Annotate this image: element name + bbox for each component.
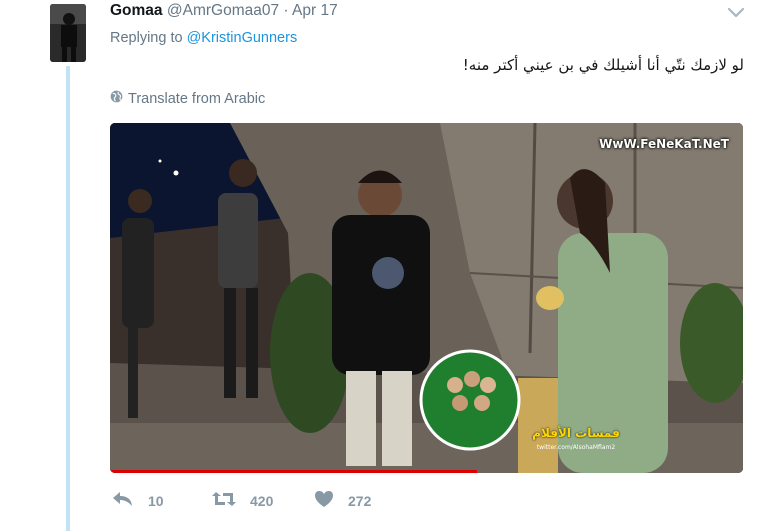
replying-to: Replying to @KristinGunners bbox=[110, 30, 297, 46]
like-button[interactable]: 272 bbox=[314, 490, 371, 511]
tweet-text: لو لازمك نتّي أنا أشيلك في بن عيني أكتر … bbox=[462, 56, 744, 74]
translate-link[interactable]: Translate from Arabic bbox=[110, 90, 265, 107]
retweet-count: 420 bbox=[250, 492, 274, 509]
retweet-icon bbox=[212, 491, 250, 510]
video-watermark: WwW.FeNeKaT.NeT bbox=[599, 137, 729, 151]
retweet-button[interactable]: 420 bbox=[212, 491, 314, 510]
tweet-date[interactable]: Apr 17 bbox=[292, 2, 338, 19]
chevron-down-icon[interactable] bbox=[727, 6, 745, 18]
replying-prefix: Replying to bbox=[110, 30, 183, 46]
reply-count: 10 bbox=[148, 492, 164, 509]
translate-label: Translate from Arabic bbox=[128, 90, 266, 107]
reply-icon bbox=[112, 491, 148, 510]
globe-icon bbox=[110, 90, 123, 107]
separator-dot: · bbox=[283, 2, 289, 19]
replying-mention-link[interactable]: @KristinGunners bbox=[187, 30, 298, 46]
video-progress-bar[interactable] bbox=[110, 470, 478, 473]
media-video[interactable]: WwW.FeNeKaT.NeT فمسات الأفلام twitter.co… bbox=[110, 123, 743, 473]
tweet-actions: 10 420 272 bbox=[112, 490, 371, 511]
video-badge-subtitle: twitter.com/AlsohaMflam2 bbox=[536, 444, 616, 451]
reply-button[interactable]: 10 bbox=[112, 491, 212, 510]
thread-connector bbox=[66, 66, 70, 531]
author-handle[interactable]: @AmrGomaa07 bbox=[167, 2, 279, 19]
tweet-header: Gomaa @AmrGomaa07 · Apr 17 bbox=[110, 2, 338, 20]
video-badge-title: فمسات الأفلام bbox=[532, 426, 620, 440]
video-frame bbox=[110, 123, 743, 473]
heart-icon bbox=[314, 490, 348, 511]
avatar[interactable] bbox=[50, 4, 86, 62]
like-count: 272 bbox=[348, 492, 372, 509]
author-name[interactable]: Gomaa bbox=[110, 2, 163, 19]
